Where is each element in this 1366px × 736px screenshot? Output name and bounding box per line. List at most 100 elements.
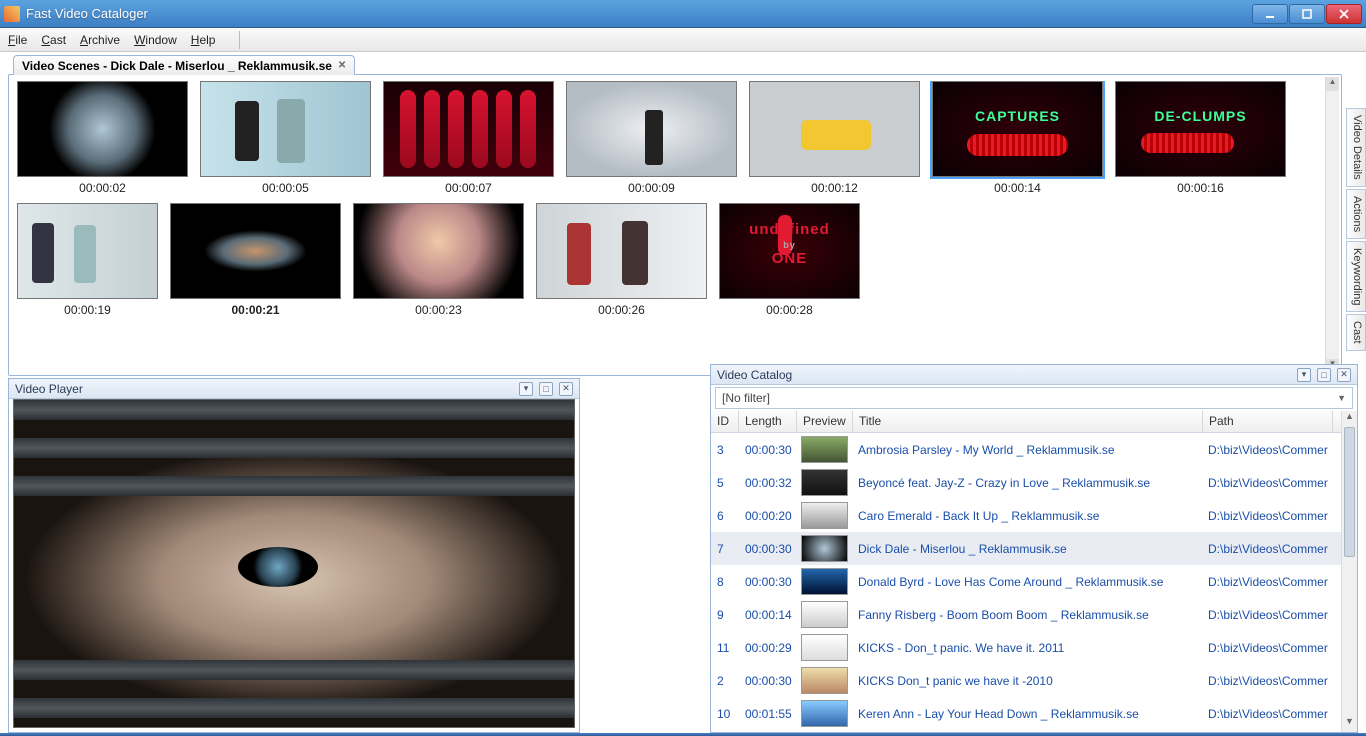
scene-thumbnail[interactable]	[170, 203, 341, 299]
col-preview[interactable]: Preview	[797, 411, 853, 432]
scene-timecode: 00:00:07	[445, 181, 492, 195]
col-path[interactable]: Path	[1203, 411, 1333, 432]
col-length[interactable]: Length	[739, 411, 797, 432]
scenes-scrollbar[interactable]: ▲ ▼	[1325, 77, 1339, 373]
cell-title: Beyoncé feat. Jay-Z - Crazy in Love _ Re…	[852, 476, 1202, 490]
table-row[interactable]: 200:00:30KICKS Don_t panic we have it -2…	[711, 664, 1341, 697]
scene-thumbnail[interactable]	[536, 203, 707, 299]
table-row[interactable]: 300:00:30Ambrosia Parsley - My World _ R…	[711, 433, 1341, 466]
scene-timecode: 00:00:23	[415, 303, 462, 317]
minimize-button[interactable]	[1252, 4, 1288, 24]
col-title[interactable]: Title	[853, 411, 1203, 432]
scene-thumb: 00:00:09	[564, 81, 739, 195]
cell-path: D:\biz\Videos\Commer	[1202, 476, 1332, 490]
cell-path: D:\biz\Videos\Commer	[1202, 542, 1332, 556]
scene-timecode: 00:00:21	[231, 303, 279, 317]
scene-thumb: undefinedbyONE00:00:28	[717, 203, 862, 317]
scene-thumbnail[interactable]	[383, 81, 554, 177]
cell-preview-thumbnail	[801, 634, 848, 661]
scene-thumbnail[interactable]	[17, 203, 158, 299]
menu-file[interactable]: File	[8, 33, 27, 47]
col-id[interactable]: ID	[711, 411, 739, 432]
cell-id: 8	[711, 575, 739, 589]
table-row[interactable]: 500:00:32Beyoncé feat. Jay-Z - Crazy in …	[711, 466, 1341, 499]
table-row[interactable]: 600:00:20Caro Emerald - Back It Up _ Rek…	[711, 499, 1341, 532]
cell-title: Keren Ann - Lay Your Head Down _ Reklamm…	[852, 707, 1202, 721]
sidetab-actions[interactable]: Actions	[1346, 189, 1366, 239]
scene-thumbnail[interactable]	[17, 81, 188, 177]
cell-preview-thumbnail	[801, 436, 848, 463]
video-catalog-panel: Video Catalog ▾ □ ✕ [No filter] ▼ ID Len…	[710, 364, 1358, 733]
cell-title: Dick Dale - Miserlou _ Reklammusik.se	[852, 542, 1202, 556]
table-row[interactable]: 1000:01:55 Keren Ann - Lay Your Head Down…	[711, 697, 1341, 730]
scene-timecode: 00:00:14	[994, 181, 1041, 195]
scene-timecode: 00:00:26	[598, 303, 645, 317]
scene-thumb: 00:00:26	[534, 203, 709, 317]
table-row[interactable]: 1100:00:29KICKS - Don_t panic. We have i…	[711, 631, 1341, 664]
cell-path: D:\biz\Videos\Commer	[1202, 674, 1332, 688]
side-tabs: Video DetailsActionsKeywordingCast	[1346, 108, 1366, 353]
scroll-down-icon[interactable]: ▼	[1342, 716, 1357, 732]
cell-path: D:\biz\Videos\Commer	[1202, 509, 1332, 523]
sidetab-cast[interactable]: Cast	[1346, 314, 1366, 351]
panel-close-icon[interactable]: ✕	[559, 382, 573, 396]
window-titlebar: Fast Video Cataloger	[0, 0, 1366, 28]
scene-timecode: 00:00:05	[262, 181, 309, 195]
close-button[interactable]	[1326, 4, 1362, 24]
menu-help[interactable]: Help	[191, 33, 216, 47]
panel-dropdown-icon[interactable]: ▾	[519, 382, 533, 396]
table-row[interactable]: 900:00:14Fanny Risberg - Boom Boom Boom …	[711, 598, 1341, 631]
cell-id: 3	[711, 443, 739, 457]
video-player-viewport[interactable]	[13, 399, 575, 728]
cell-length: 00:00:14	[739, 608, 797, 622]
cell-preview-thumbnail	[801, 667, 848, 694]
scene-timecode: 00:00:19	[64, 303, 111, 317]
window-title: Fast Video Cataloger	[26, 6, 1252, 21]
menu-window[interactable]: Window	[134, 33, 177, 47]
sidetab-video-details[interactable]: Video Details	[1346, 108, 1366, 187]
catalog-filter-dropdown[interactable]: [No filter] ▼	[715, 387, 1353, 409]
scene-thumbnail[interactable]	[566, 81, 737, 177]
cell-title: Donald Byrd - Love Has Come Around _ Rek…	[852, 575, 1202, 589]
catalog-panel-title: Video Catalog	[717, 368, 1291, 382]
player-panel-title: Video Player	[15, 382, 513, 396]
scene-thumb: 00:00:21	[168, 203, 343, 317]
catalog-dropdown-icon[interactable]: ▾	[1297, 368, 1311, 382]
catalog-close-icon[interactable]: ✕	[1337, 368, 1351, 382]
scenes-tab-close-icon[interactable]: ✕	[338, 60, 346, 71]
scene-thumb: 00:00:07	[381, 81, 556, 195]
scroll-up-icon[interactable]: ▲	[1342, 411, 1357, 427]
scene-thumbnail[interactable]	[749, 81, 920, 177]
scenes-tab[interactable]: Video Scenes - Dick Dale - Miserlou _ Re…	[13, 55, 355, 75]
cell-id: 7	[711, 542, 739, 556]
cell-length: 00:01:55	[739, 707, 797, 721]
catalog-maximize-icon[interactable]: □	[1317, 368, 1331, 382]
catalog-filter-value: [No filter]	[722, 391, 770, 405]
scene-thumbnail[interactable]	[200, 81, 371, 177]
sidetab-keywording[interactable]: Keywording	[1346, 241, 1366, 312]
menubar: File Cast Archive Window Help	[0, 28, 1366, 52]
catalog-scrollbar[interactable]: ▲ ▼	[1341, 411, 1357, 732]
cell-preview-thumbnail	[801, 502, 848, 529]
scene-thumbnail[interactable]: DE-CLUMPS	[1115, 81, 1286, 177]
cell-length: 00:00:30	[739, 443, 797, 457]
menu-archive[interactable]: Archive	[80, 33, 120, 47]
catalog-table-header: ID Length Preview Title Path	[711, 411, 1357, 433]
scene-thumbnails: 00:00:0200:00:0500:00:0700:00:0900:00:12…	[15, 81, 1325, 371]
scene-thumb: CAPTURES 00:00:14	[930, 81, 1105, 195]
scene-thumb: DE-CLUMPS00:00:16	[1113, 81, 1288, 195]
table-row[interactable]: 700:00:30Dick Dale - Miserlou _ Reklammu…	[711, 532, 1341, 565]
cell-id: 10	[711, 707, 739, 721]
cell-id: 6	[711, 509, 739, 523]
scene-thumbnail[interactable]: undefinedbyONE	[719, 203, 860, 299]
panel-maximize-icon[interactable]: □	[539, 382, 553, 396]
maximize-button[interactable]	[1289, 4, 1325, 24]
table-row[interactable]: 800:00:30Donald Byrd - Love Has Come Aro…	[711, 565, 1341, 598]
cell-preview-thumbnail	[801, 469, 848, 496]
menu-cast[interactable]: Cast	[41, 33, 66, 47]
cell-preview-thumbnail	[801, 601, 848, 628]
scrollbar-thumb[interactable]	[1344, 427, 1355, 557]
scene-thumbnail[interactable]	[353, 203, 524, 299]
scene-thumbnail[interactable]: CAPTURES	[932, 81, 1103, 177]
scroll-up-icon[interactable]: ▲	[1326, 77, 1339, 91]
